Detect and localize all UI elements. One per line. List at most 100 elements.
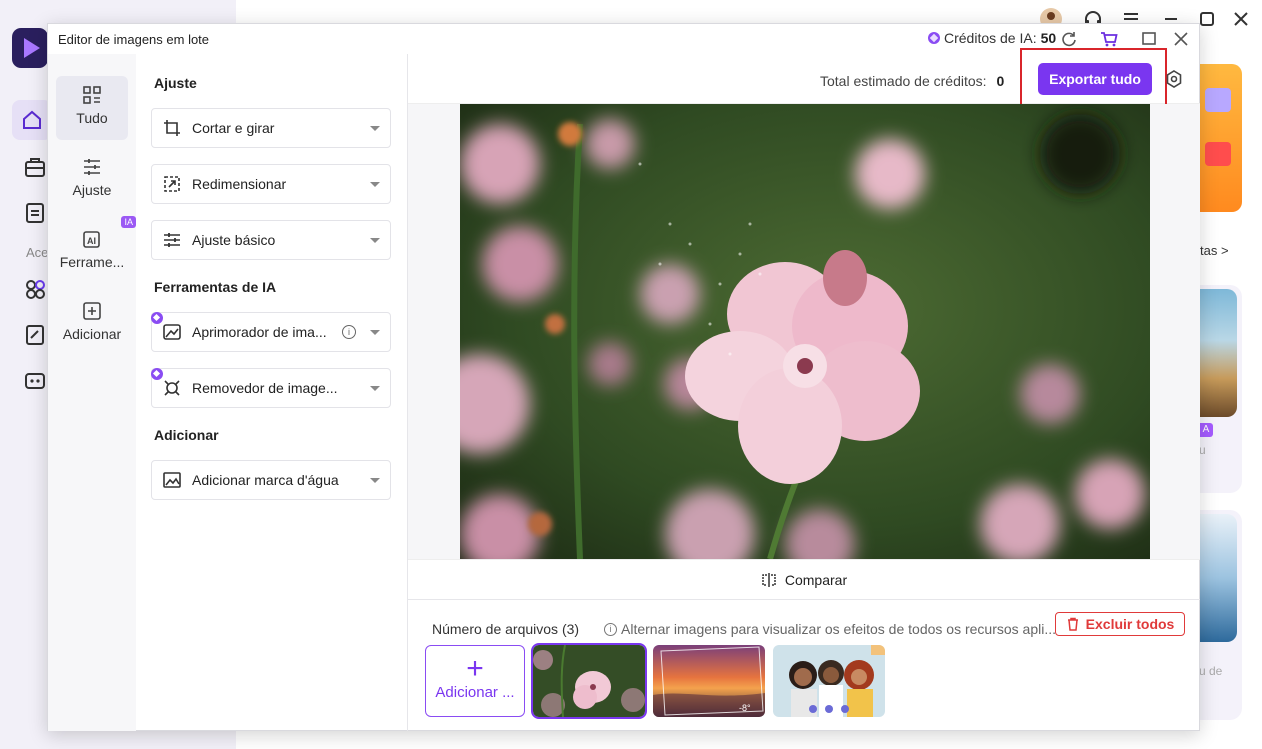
ai-tools-icon: AI	[83, 231, 100, 248]
remove-background-icon	[164, 380, 180, 396]
category-adicionar[interactable]: Adicionar	[56, 292, 128, 356]
remover-label: Removedor de image...	[192, 380, 338, 396]
dialog-titlebar: Editor de imagens em lote Créditos de IA…	[48, 24, 1199, 54]
credit-estimate: Total estimado de créditos: 0	[820, 73, 1004, 89]
crop-rotate-dropdown[interactable]: Cortar e girar	[151, 108, 391, 148]
export-all-button[interactable]: Exportar tudo	[1038, 63, 1152, 95]
app-logo	[12, 28, 48, 68]
thumbnail-flower[interactable]	[531, 643, 647, 719]
info-icon: i	[604, 622, 617, 636]
feature-card-2-text: u de	[1199, 664, 1223, 678]
preview-area: Total estimado de créditos: 0 Exportar tu…	[408, 48, 1200, 731]
add-image-label: Adicionar ...	[435, 684, 515, 701]
category-ferramentas-label: Ferrame...	[59, 254, 125, 270]
basic-adjust-dropdown[interactable]: Ajuste básico	[151, 220, 391, 260]
add-image-button[interactable]: + Adicionar ...	[425, 645, 525, 717]
feature-card-text: u	[1199, 443, 1206, 457]
category-tudo[interactable]: Tudo	[56, 76, 128, 140]
category-adicionar-label: Adicionar	[62, 326, 122, 342]
more-tools-link[interactable]: tas >	[1200, 243, 1229, 258]
feature-card-badge: A	[1199, 423, 1213, 437]
credits-value: 50	[1040, 30, 1057, 46]
thumbnail-sunset[interactable]: -8°	[653, 645, 765, 717]
flower-thumbnail-image	[533, 645, 645, 717]
sliders-icon	[164, 233, 180, 247]
sliders-icon	[84, 159, 100, 175]
preview-image	[460, 104, 1150, 559]
section-adicionar: Adicionar	[154, 427, 219, 443]
resize-label: Redimensionar	[192, 176, 287, 192]
compare-icon	[762, 572, 776, 587]
credit-estimate-value: 0	[996, 73, 1005, 89]
close-dialog-icon[interactable]	[1171, 29, 1191, 49]
resize-dropdown[interactable]: Redimensionar	[151, 164, 391, 204]
document-icon[interactable]	[22, 200, 48, 226]
watermark-dropdown[interactable]: Adicionar marca d'água	[151, 460, 391, 500]
credit-estimate-label: Total estimado de créditos:	[820, 73, 987, 89]
delete-all-button[interactable]: Excluir todos	[1055, 612, 1185, 636]
crop-rotate-label: Cortar e girar	[192, 120, 275, 136]
feature-card-2-image	[1199, 514, 1237, 642]
apps-icon[interactable]	[22, 276, 48, 302]
grid-icon	[83, 86, 101, 104]
thumbnail-friends[interactable]	[773, 645, 885, 717]
chevron-down-icon	[370, 237, 380, 243]
chevron-down-icon	[370, 477, 380, 483]
chevron-down-icon	[370, 181, 380, 187]
category-ferramentas[interactable]: AI IA Ferrame...	[56, 216, 136, 284]
enhance-image-icon	[163, 324, 181, 340]
feature-card[interactable]: A u	[1199, 285, 1242, 493]
ai-diamond-icon	[151, 368, 163, 380]
enhancer-label: Aprimorador de ima...	[192, 324, 327, 340]
category-column: Tudo Ajuste AI IA Ferrame... Adicionar	[48, 54, 136, 731]
add-box-icon	[83, 302, 101, 320]
dialog-title: Editor de imagens em lote	[58, 32, 210, 47]
chevron-down-icon	[370, 329, 380, 335]
section-ajuste: Ajuste	[154, 75, 197, 91]
compare-button[interactable]: Comparar	[408, 559, 1200, 599]
info-icon[interactable]: i	[342, 325, 356, 339]
credits-gem-icon	[928, 32, 940, 44]
sunset-thumbnail-image: -8°	[653, 645, 765, 717]
rotation-badge: -8°	[739, 703, 751, 713]
crop-icon	[164, 120, 180, 136]
category-tudo-label: Tudo	[76, 110, 108, 126]
chevron-down-icon	[370, 385, 380, 391]
edit-doc-icon[interactable]	[22, 322, 48, 348]
promo-card[interactable]	[1199, 64, 1242, 212]
feature-card-2[interactable]: u de	[1199, 510, 1242, 720]
plus-icon: +	[466, 652, 484, 685]
robot-icon[interactable]	[22, 368, 48, 394]
home-nav-button[interactable]	[12, 100, 52, 140]
toolbox-icon[interactable]	[22, 155, 48, 181]
file-hint: i Alternar imagens para visualizar os ef…	[604, 621, 1056, 637]
file-strip: Número de arquivos (3) i Alternar imagen…	[408, 599, 1200, 731]
ai-diamond-icon	[151, 312, 163, 324]
close-app-icon[interactable]	[1230, 8, 1252, 30]
flower-photo	[460, 104, 1150, 559]
category-ajuste-label: Ajuste	[72, 182, 112, 198]
refresh-icon[interactable]	[1059, 29, 1079, 49]
remover-dropdown[interactable]: Removedor de image...	[151, 368, 391, 408]
trash-icon	[1067, 617, 1078, 631]
watermark-image-icon	[163, 472, 181, 488]
enhancer-dropdown[interactable]: Aprimorador de ima... i	[151, 312, 391, 352]
delete-all-label: Excluir todos	[1085, 616, 1175, 632]
resize-icon	[164, 176, 180, 192]
category-ajuste[interactable]: Ajuste	[56, 148, 128, 212]
batch-editor-dialog: Editor de imagens em lote Créditos de IA…	[47, 23, 1200, 731]
file-count: Número de arquivos (3)	[432, 621, 580, 637]
window-maximize-icon[interactable]	[1139, 29, 1159, 49]
tools-panel: Ajuste Cortar e girar Redimensionar Ajus…	[136, 54, 408, 731]
ai-credits: Créditos de IA: 50	[928, 30, 1056, 46]
ia-badge: IA	[121, 216, 136, 228]
home-icon	[23, 110, 41, 129]
chevron-down-icon	[370, 125, 380, 131]
svg-text:AI: AI	[87, 236, 96, 246]
basic-adjust-label: Ajuste básico	[192, 232, 276, 248]
credits-label: Créditos de IA:	[944, 30, 1037, 46]
preview-stage	[408, 104, 1200, 559]
settings-icon[interactable]	[1164, 69, 1184, 89]
section-ferramentas-ia: Ferramentas de IA	[154, 279, 277, 295]
cart-icon[interactable]	[1099, 29, 1119, 49]
